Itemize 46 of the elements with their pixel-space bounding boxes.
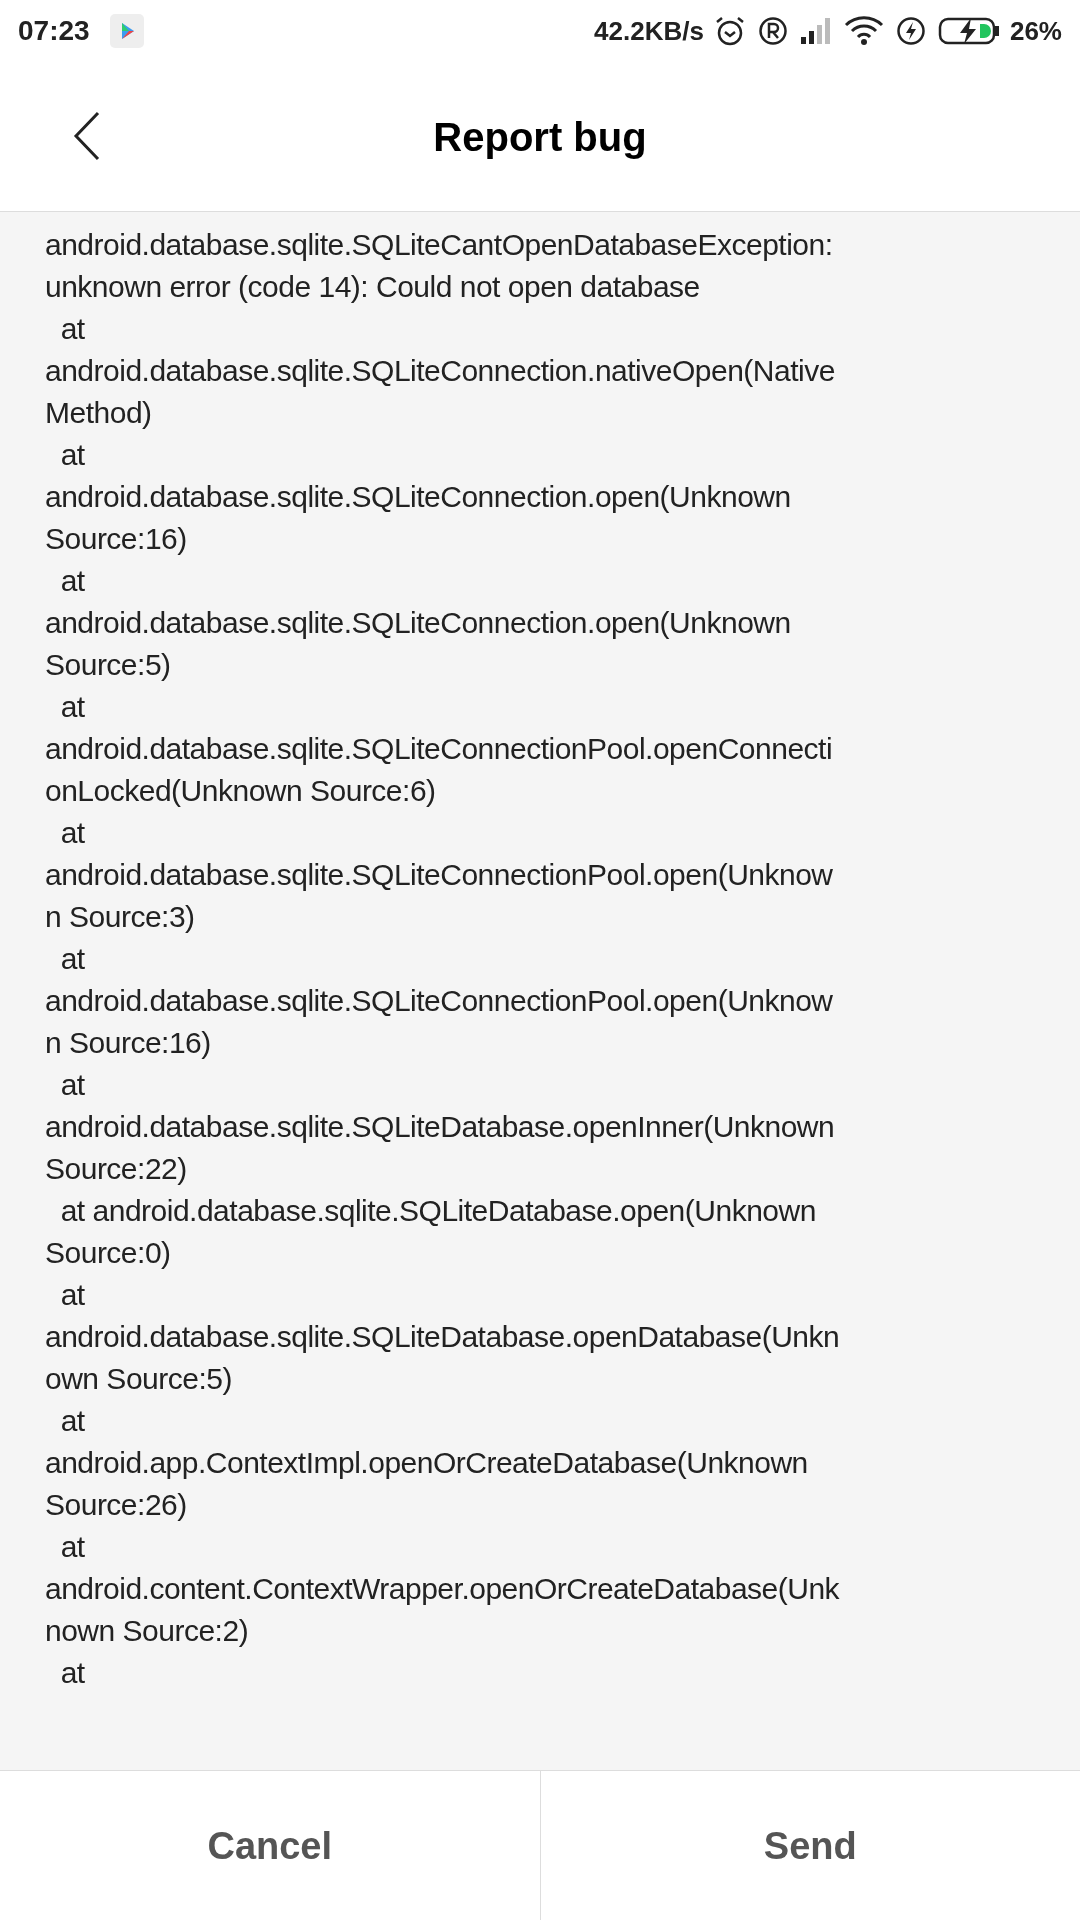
page-title: Report bug	[433, 113, 647, 161]
log-line: android.database.sqlite.SQLiteDatabase.openDatabase(Unkn	[45, 1319, 841, 1355]
log-line: at	[59, 563, 86, 599]
log-line: android.database.sqlite.SQLiteConnectionPool.openConnecti	[45, 731, 834, 767]
log-line: at	[59, 689, 86, 725]
log-line: android.database.sqlite.SQLiteDatabase.openInner(Unknown	[45, 1109, 836, 1145]
log-line: Source:26)	[45, 1487, 188, 1523]
status-time: 07:23	[18, 14, 90, 48]
play-store-icon	[109, 14, 144, 48]
registered-icon	[757, 16, 788, 46]
battery-percent: 26%	[1009, 14, 1062, 48]
log-line: android.content.ContextWrapper.openOrCreateDatabase(Unk	[45, 1571, 841, 1607]
log-line: at	[59, 1277, 86, 1313]
log-line: at	[59, 1529, 86, 1565]
signal-icon	[799, 17, 832, 45]
network-speed: 42.2KB/s	[594, 14, 704, 48]
log-line: Method)	[45, 395, 153, 431]
log-line: android.database.sqlite.SQLiteConnection.open(Unknown	[45, 605, 792, 641]
log-line: own Source:5)	[45, 1361, 233, 1397]
log-line: Source:0)	[45, 1235, 172, 1271]
wifi-icon	[843, 15, 884, 47]
log-line: at	[59, 1403, 86, 1439]
log-line: android.database.sqlite.SQLiteConnectionPool.open(Unknow	[45, 983, 834, 1019]
flash-icon	[895, 16, 926, 46]
log-line: at	[59, 311, 86, 347]
log-line: at	[59, 815, 86, 851]
log-line: android.database.sqlite.SQLiteConnection.nativeOpen(Native	[45, 353, 836, 389]
log-line: android.database.sqlite.SQLiteCantOpenDatabaseException:	[45, 227, 834, 263]
battery-icon	[937, 16, 1002, 46]
back-icon	[73, 111, 101, 161]
log-line: nown Source:2)	[45, 1613, 250, 1649]
log-line: onLocked(Unknown Source:6)	[45, 773, 437, 809]
log-line: Source:16)	[45, 521, 188, 557]
log-line: at	[59, 941, 86, 977]
log-line: Source:22)	[45, 1151, 188, 1187]
log-line: n Source:16)	[45, 1025, 212, 1061]
log-line: Source:5)	[45, 647, 172, 683]
log-line: android.database.sqlite.SQLiteConnection.open(Unknown	[45, 479, 792, 515]
log-line: n Source:3)	[45, 899, 196, 935]
log-line: android.database.sqlite.SQLiteConnectionPool.open(Unknow	[45, 857, 834, 893]
log-line: at	[59, 1655, 86, 1691]
log-line: at	[59, 1067, 86, 1103]
log-line: at	[59, 437, 86, 473]
log-line: unknown error (code 14): Could not open database	[45, 269, 701, 305]
log-line: at android.database.sqlite.SQLiteDatabase.open(Unknown	[59, 1193, 817, 1229]
log-line: android.app.ContextImpl.openOrCreateDatabase(Unknown	[45, 1445, 809, 1481]
